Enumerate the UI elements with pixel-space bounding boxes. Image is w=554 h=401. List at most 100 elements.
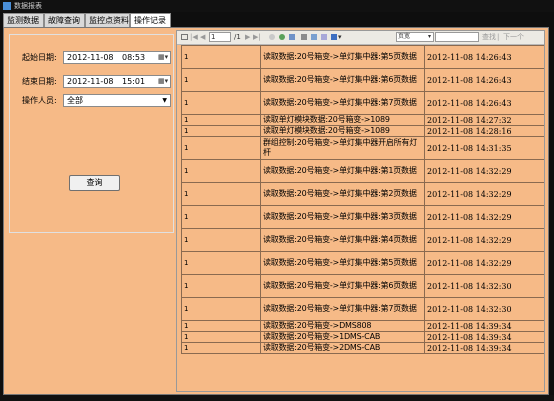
operation-time-cell: 2012-11-08 14:39:34 (424, 331, 544, 343)
last-page-icon[interactable]: ▶| (253, 31, 261, 44)
tab-fault-query[interactable]: 故障查询 (44, 13, 85, 27)
table-row: 1 读取数据:20号箱变->单灯集中器:第5页数据 2012-11-08 14:26… (181, 45, 544, 69)
save-icon[interactable] (331, 34, 337, 40)
stop-icon[interactable] (269, 34, 275, 40)
operator-cell: 1 (181, 274, 261, 298)
report-viewer: |◀ ◀ 1 /1 ▶ ▶| ▾ 页宽 ▾ 查找 | 下一个 1 读取数据:20… (176, 30, 545, 392)
calendar-dropdown-icon[interactable]: ▦▾ (158, 77, 168, 86)
operator-cell: 1 (181, 205, 261, 229)
table-row: 1 读取数据:20号箱变->DMS808 2012-11-08 14:39:34 (181, 320, 544, 332)
end-datetime-picker[interactable]: 2012-11-08 15:01 ▦▾ (63, 75, 171, 88)
table-row: 1 读取数据:20号箱变->单灯集中器:第1页数据 2012-11-08 14:32… (181, 159, 544, 183)
operation-time-cell: 2012-11-08 14:32:29 (424, 159, 544, 183)
tab-monitor-data[interactable]: 监测数据 (3, 13, 44, 27)
operator-select[interactable]: 全部 ▼ (63, 94, 171, 107)
operation-time-cell: 2012-11-08 14:39:34 (424, 320, 544, 332)
first-page-icon[interactable]: |◀ (190, 31, 198, 44)
operation-content-cell: 读取数据:20号箱变->单灯集中器:第5页数据 (260, 45, 425, 69)
prev-page-icon[interactable]: ◀ (200, 31, 205, 44)
query-button[interactable]: 查询 (69, 175, 120, 191)
find-link[interactable]: 查找 (482, 31, 496, 44)
start-date-value: 2012-11-08 (67, 53, 114, 62)
home-icon[interactable] (289, 34, 295, 40)
zoom-select[interactable]: 页宽 ▾ (396, 32, 434, 42)
tab-monitor-point-info[interactable]: 监控点资料 (85, 13, 130, 27)
operation-content-cell: 读取数据:20号箱变->单灯集中器:第2页数据 (260, 182, 425, 206)
end-time-value: 15:01 (122, 77, 146, 86)
page-total: /1 (234, 33, 241, 41)
table-row: 1 读取数据:20号箱变->单灯集中器:第6页数据 2012-11-08 14:26… (181, 68, 544, 92)
chevron-down-icon: ▼ (162, 97, 167, 104)
operation-content-cell: 读取数据:20号箱变->2DMS-CAB (260, 342, 425, 354)
operator-cell: 1 (181, 125, 261, 137)
table-row: 1 群组控制:20号箱变->单灯集中器开启所有灯杆 2012-11-08 14:31… (181, 136, 544, 160)
operation-content-cell: 读取数据:20号箱变->单灯集中器:第7页数据 (260, 297, 425, 321)
operation-content-cell: 读取数据:20号箱变->1DMS-CAB (260, 331, 425, 343)
filter-panel: 起始日期: 2012-11-08 08:53 ▦▾ 结束日期: 2012-11-… (9, 34, 174, 233)
table-row: 1 读取数据:20号箱变->2DMS-CAB 2012-11-08 14:39:34 (181, 342, 544, 354)
tab-operation-log[interactable]: 操作记录 (130, 13, 171, 28)
zoom-value: 页宽 (398, 33, 411, 40)
table-row: 1 读取单灯模块数据:20号箱变->1089 2012-11-08 14:27:32 (181, 114, 544, 126)
operation-time-cell: 2012-11-08 14:31:35 (424, 136, 544, 160)
page-setup-icon[interactable] (181, 34, 188, 40)
operator-value: 全部 (67, 96, 83, 105)
table-row: 1 读取数据:20号箱变->单灯集中器:第4页数据 2012-11-08 14:32… (181, 228, 544, 252)
report-toolbar: |◀ ◀ 1 /1 ▶ ▶| ▾ 页宽 ▾ 查找 | 下一个 (177, 31, 544, 45)
table-row: 1 读取数据:20号箱变->单灯集中器:第7页数据 2012-11-08 14:32… (181, 297, 544, 321)
operation-time-cell: 2012-11-08 14:32:29 (424, 182, 544, 206)
operation-time-cell: 2012-11-08 14:39:34 (424, 342, 544, 354)
print-icon[interactable] (301, 34, 307, 40)
operation-time-cell: 2012-11-08 14:26:43 (424, 45, 544, 69)
operation-time-cell: 2012-11-08 14:32:30 (424, 297, 544, 321)
operation-time-cell: 2012-11-08 14:32:30 (424, 274, 544, 298)
operator-label: 操作人员: (22, 96, 57, 105)
end-date-value: 2012-11-08 (67, 77, 114, 86)
operation-time-cell: 2012-11-08 14:32:29 (424, 205, 544, 229)
next-page-icon[interactable]: ▶ (245, 31, 250, 44)
operator-cell: 1 (181, 297, 261, 321)
app-icon (3, 2, 11, 10)
operator-cell: 1 (181, 159, 261, 183)
operator-cell: 1 (181, 45, 261, 69)
start-datetime-picker[interactable]: 2012-11-08 08:53 ▦▾ (63, 51, 171, 64)
operation-content-cell: 群组控制:20号箱变->单灯集中器开启所有灯杆 (260, 136, 425, 160)
operation-log-table: 1 读取数据:20号箱变->单灯集中器:第5页数据 2012-11-08 14:26… (181, 45, 544, 354)
find-next-link[interactable]: 下一个 (503, 31, 524, 44)
operation-content-cell: 读取数据:20号箱变->单灯集中器:第4页数据 (260, 228, 425, 252)
find-input[interactable] (435, 32, 479, 42)
operator-cell: 1 (181, 114, 261, 126)
operation-content-cell: 读取数据:20号箱变->单灯集中器:第6页数据 (260, 274, 425, 298)
operation-content-cell: 读取数据:20号箱变->DMS808 (260, 320, 425, 332)
refresh-icon[interactable] (279, 34, 285, 40)
calendar-dropdown-icon[interactable]: ▦▾ (158, 53, 168, 62)
page-number-input[interactable]: 1 (209, 32, 231, 42)
operator-cell: 1 (181, 331, 261, 343)
operator-cell: 1 (181, 251, 261, 275)
title-bar: 数据报表 (0, 0, 554, 12)
operation-content-cell: 读取数据:20号箱变->单灯集中器:第7页数据 (260, 91, 425, 115)
toolbar-separator: | (497, 33, 500, 41)
table-row: 1 读取数据:20号箱变->单灯集中器:第2页数据 2012-11-08 14:32… (181, 182, 544, 206)
table-row: 1 读取数据:20号箱变->单灯集中器:第5页数据 2012-11-08 14:32… (181, 251, 544, 275)
start-time-value: 08:53 (122, 53, 146, 62)
operation-content-cell: 读取单灯模块数据:20号箱变->1089 (260, 125, 425, 137)
operator-cell: 1 (181, 91, 261, 115)
table-row: 1 读取数据:20号箱变->1DMS-CAB 2012-11-08 14:39:34 (181, 331, 544, 343)
operation-time-cell: 2012-11-08 14:32:29 (424, 228, 544, 252)
operation-content-cell: 读取单灯模块数据:20号箱变->1089 (260, 114, 425, 126)
app-window: 数据报表 监测数据 故障查询 监控点资料 操作记录 起始日期: 2012-11-… (0, 0, 554, 401)
operation-content-cell: 读取数据:20号箱变->单灯集中器:第1页数据 (260, 159, 425, 183)
operator-cell: 1 (181, 342, 261, 354)
page-setup-2-icon[interactable] (321, 34, 327, 40)
operator-cell: 1 (181, 68, 261, 92)
table-row: 1 读取数据:20号箱变->单灯集中器:第6页数据 2012-11-08 14:32… (181, 274, 544, 298)
end-date-label: 结束日期: (22, 77, 57, 86)
save-dropdown-icon[interactable]: ▾ (338, 31, 342, 44)
operation-time-cell: 2012-11-08 14:26:43 (424, 68, 544, 92)
window-title: 数据报表 (14, 2, 42, 10)
print-layout-icon[interactable] (311, 34, 317, 40)
operator-cell: 1 (181, 136, 261, 160)
chevron-down-icon: ▾ (427, 33, 431, 40)
operation-time-cell: 2012-11-08 14:28:16 (424, 125, 544, 137)
